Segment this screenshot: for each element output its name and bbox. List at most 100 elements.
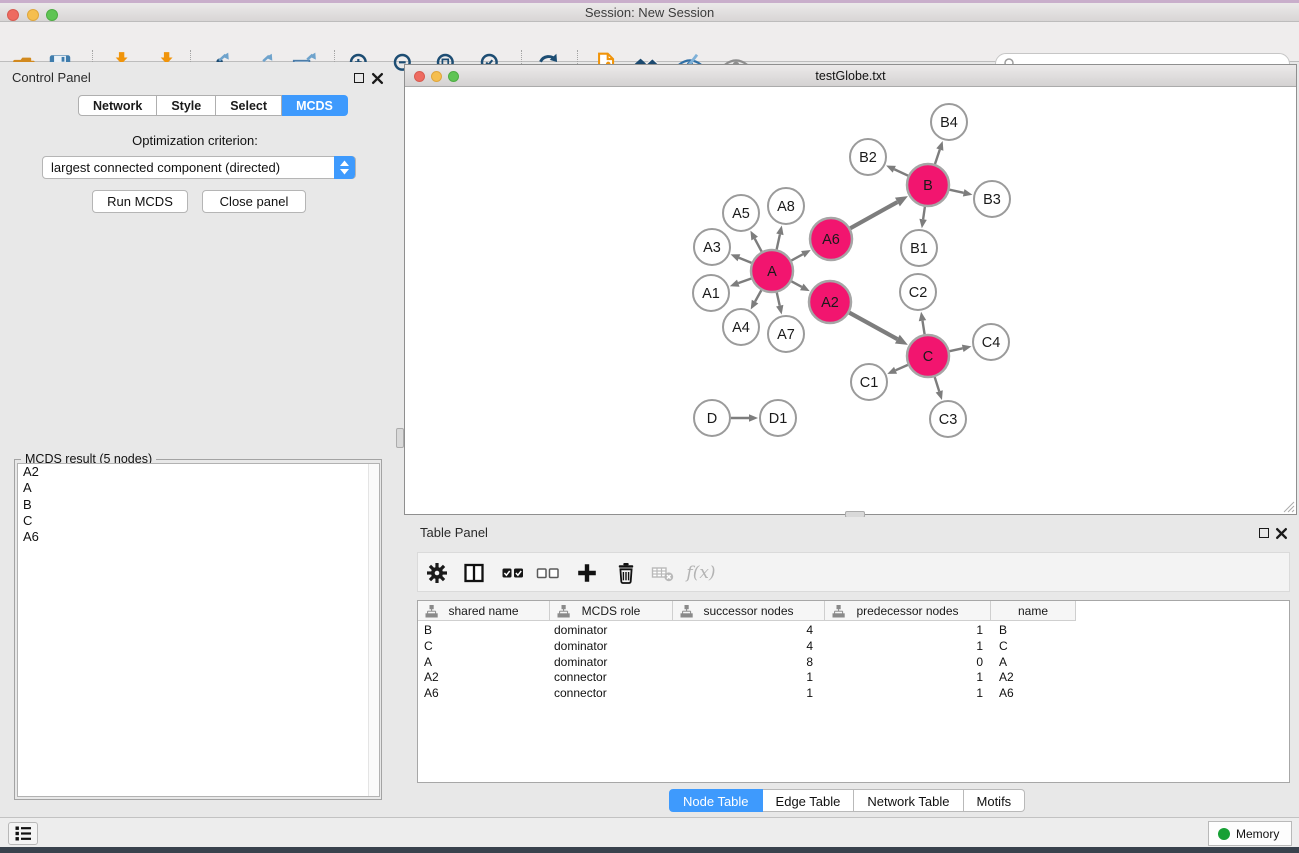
table-settings-button[interactable] [422,559,452,587]
graph-edge[interactable] [850,202,897,228]
tab-motifs[interactable]: Motifs [964,789,1026,812]
graph-edge[interactable] [949,348,962,351]
graph-edge[interactable] [791,254,803,260]
column-header-shared-name[interactable]: shared name [418,601,550,621]
mcds-list-scrollbar[interactable] [368,464,379,796]
close-panel-button[interactable]: Close panel [202,190,306,213]
select-all-columns-button[interactable] [498,559,528,587]
table-row[interactable]: Cdominator41C [418,639,1289,655]
mcds-result-item[interactable]: A6 [18,529,379,545]
table-cell[interactable]: 1 [673,686,825,702]
tab-select[interactable]: Select [216,95,282,116]
column-header-name[interactable]: name [991,601,1076,621]
table-row[interactable]: A6connector11A6 [418,686,1289,702]
tab-network[interactable]: Network [78,95,157,116]
tab-node-table[interactable]: Node Table [669,789,763,812]
graph-edge[interactable] [896,365,908,370]
table-row[interactable]: Adominator80A [418,655,1289,671]
run-mcds-button[interactable]: Run MCDS [92,190,188,213]
graph-edge[interactable] [791,281,801,287]
graph-edge[interactable] [777,292,780,305]
graph-edge[interactable] [755,239,762,252]
table-cell[interactable]: A [991,655,1076,671]
table-cell[interactable]: 1 [825,670,991,686]
graph-edge-arrowhead [749,414,758,422]
close-table-panel-icon[interactable] [1275,527,1288,540]
table-cell[interactable]: dominator [550,655,673,671]
graph-node-label: A5 [732,206,750,222]
task-history-button[interactable] [8,822,38,845]
criterion-dropdown[interactable]: largest connected component (directed) [42,156,356,179]
table-cell[interactable]: A6 [418,686,550,702]
tab-mcds[interactable]: MCDS [282,95,348,116]
mcds-result-item[interactable]: A2 [18,464,379,480]
table-cell[interactable]: 1 [825,639,991,655]
network-canvas[interactable]: B4B2BB3A8A5A6A3B1AA1C2A2A4A7C4CC1DD1C3 [405,87,1296,514]
table-cell[interactable]: A [418,655,550,671]
deselect-all-columns-button[interactable] [533,559,563,587]
resize-grip-icon[interactable] [1282,500,1295,513]
table-row[interactable]: A2connector11A2 [418,670,1289,686]
table-cell[interactable]: 4 [673,639,825,655]
graph-edge-arrowhead [776,305,783,315]
mcds-result-item[interactable]: A [18,480,379,496]
table-rows: Bdominator41BCdominator41CAdominator80AA… [418,623,1289,702]
graph-node-label: B4 [940,115,958,131]
graph-edge[interactable] [894,169,908,175]
graph-edge[interactable] [777,234,780,249]
table-cell[interactable]: 1 [825,686,991,702]
tree-icon [832,605,845,618]
column-header-successor-nodes[interactable]: successor nodes [673,601,825,621]
graph-edge[interactable] [935,377,940,391]
memory-button[interactable]: Memory [1208,821,1292,846]
table-cell[interactable]: B [418,623,550,639]
column-header-predecessor-nodes[interactable]: predecessor nodes [825,601,991,621]
graph-node-label: A8 [777,199,795,215]
float-panel-icon[interactable] [354,73,364,83]
table-cell[interactable]: dominator [550,639,673,655]
graph-edge[interactable] [935,150,940,165]
tab-style[interactable]: Style [157,95,216,116]
table-cell[interactable]: A6 [991,686,1076,702]
vertical-splitter-handle[interactable] [396,428,404,448]
table-cell[interactable]: 8 [673,655,825,671]
table-cell[interactable]: C [991,639,1076,655]
mcds-result-item[interactable]: C [18,513,379,529]
graph-edge[interactable] [755,290,761,301]
graph-edge[interactable] [922,321,924,335]
table-row[interactable]: Bdominator41B [418,623,1289,639]
dropdown-stepper-icon[interactable] [334,156,355,179]
create-column-button[interactable] [572,559,602,587]
app-titlebar: Session: New Session [0,3,1299,22]
graph-edge[interactable] [738,278,751,283]
table-cell[interactable]: A2 [991,670,1076,686]
table-cell[interactable]: 4 [673,623,825,639]
column-header-mcds-role[interactable]: MCDS role [550,601,673,621]
table-cell[interactable]: connector [550,686,673,702]
table-cell[interactable]: A2 [418,670,550,686]
delete-column-button[interactable] [611,559,641,587]
close-panel-icon[interactable] [371,72,384,85]
table-cell[interactable]: dominator [550,623,673,639]
graph-edge[interactable] [849,313,897,339]
table-cell[interactable]: B [991,623,1076,639]
graph-edge[interactable] [923,207,925,220]
control-panel-title: Control Panel [12,70,91,85]
table-cell[interactable]: connector [550,670,673,686]
node-table: shared name MCDS role successor nodes pr… [417,600,1290,783]
graph-edge[interactable] [949,190,963,193]
graph-node-label: A1 [702,286,720,302]
table-cell[interactable]: C [418,639,550,655]
table-cell[interactable]: 1 [825,623,991,639]
tab-network-table[interactable]: Network Table [854,789,963,812]
table-cell[interactable]: 0 [825,655,991,671]
network-window-titlebar[interactable]: testGlobe.txt [405,65,1296,87]
delete-table-button [648,559,678,587]
graph-edge[interactable] [739,258,752,263]
float-table-panel-icon[interactable] [1259,528,1269,538]
split-view-button[interactable] [459,559,489,587]
mcds-result-item[interactable]: B [18,497,379,513]
tab-edge-table[interactable]: Edge Table [763,789,855,812]
table-cell[interactable]: 1 [673,670,825,686]
graph-edge-arrowhead [731,254,741,261]
